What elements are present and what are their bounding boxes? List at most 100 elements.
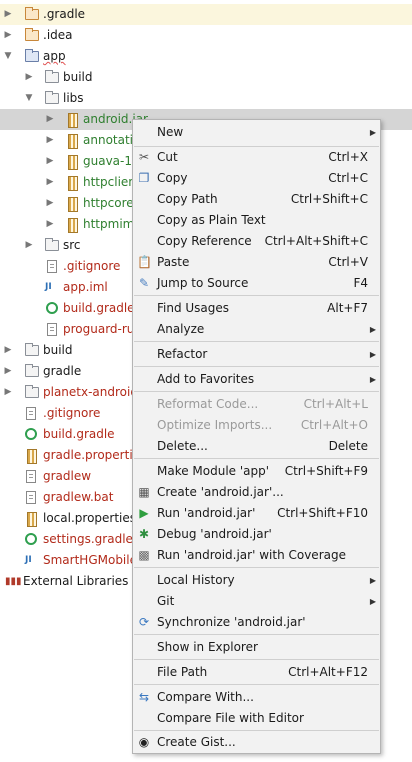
- github-icon: ◉: [138, 735, 150, 749]
- text-file-icon: [26, 491, 36, 504]
- collapse-arrow-icon[interactable]: ▼: [24, 88, 34, 109]
- folder-icon: [45, 70, 59, 83]
- cut-icon: ✂: [138, 150, 150, 164]
- gradle-file-icon: [25, 533, 37, 545]
- tree-item-app[interactable]: ▼ app: [0, 46, 412, 67]
- menu-separator: [134, 684, 379, 685]
- gradle-file-icon: [25, 428, 37, 440]
- folder-icon: [25, 385, 39, 398]
- submenu-arrow-icon: ▶: [369, 597, 376, 606]
- properties-file-icon: [27, 512, 37, 527]
- menu-item-copy-reference[interactable]: Copy Reference Ctrl+Alt+Shift+C: [133, 231, 380, 252]
- iml-file-icon: JI: [45, 282, 52, 292]
- menu-item-paste[interactable]: 📋 Paste Ctrl+V: [133, 252, 380, 273]
- jar-icon: [68, 134, 78, 149]
- menu-item-run-with-coverage[interactable]: ▩ Run 'android.jar' with Coverage: [133, 545, 380, 566]
- menu-separator: [134, 567, 379, 568]
- menu-item-optimize-imports[interactable]: Optimize Imports... Ctrl+Alt+O: [133, 415, 380, 436]
- expand-arrow-icon[interactable]: ▶: [45, 109, 55, 130]
- properties-file-icon: [27, 449, 37, 464]
- jar-icon: [68, 197, 78, 212]
- menu-item-show-in-explorer[interactable]: Show in Explorer: [133, 637, 380, 658]
- menu-item-new[interactable]: New ▶: [133, 122, 380, 143]
- jar-icon: [68, 113, 78, 128]
- gradle-file-icon: [46, 302, 58, 314]
- collapse-arrow-icon[interactable]: ▼: [3, 46, 13, 67]
- tree-item-dot-idea[interactable]: ▶ .idea: [0, 25, 412, 46]
- menu-item-create-config[interactable]: ▦ Create 'android.jar'...: [133, 482, 380, 503]
- menu-item-copy-path[interactable]: Copy Path Ctrl+Shift+C: [133, 189, 380, 210]
- create-config-icon: ▦: [138, 485, 150, 499]
- expand-arrow-icon[interactable]: ▶: [45, 151, 55, 172]
- menu-separator: [134, 659, 379, 660]
- menu-item-find-usages[interactable]: Find Usages Alt+F7: [133, 298, 380, 319]
- menu-item-analyze[interactable]: Analyze ▶: [133, 319, 380, 340]
- menu-item-compare-with[interactable]: ⇆ Compare With...: [133, 687, 380, 708]
- menu-item-reformat-code[interactable]: Reformat Code... Ctrl+Alt+L: [133, 394, 380, 415]
- menu-item-create-gist[interactable]: ◉ Create Gist...: [133, 732, 380, 753]
- menu-item-run[interactable]: ▶ Run 'android.jar' Ctrl+Shift+F10: [133, 503, 380, 524]
- text-file-icon: [26, 407, 36, 420]
- expand-arrow-icon[interactable]: ▶: [3, 25, 13, 46]
- jar-icon: [68, 155, 78, 170]
- folder-icon: [25, 343, 39, 356]
- menu-item-jump-to-source[interactable]: ✎ Jump to Source F4: [133, 273, 380, 294]
- module-folder-icon: [25, 49, 39, 62]
- expand-arrow-icon[interactable]: ▶: [3, 382, 13, 403]
- menu-item-refactor[interactable]: Refactor ▶: [133, 344, 380, 365]
- jar-icon: [68, 176, 78, 191]
- folder-icon: [25, 7, 39, 20]
- text-file-icon: [47, 323, 57, 336]
- jump-to-source-icon: ✎: [138, 276, 150, 290]
- expand-arrow-icon[interactable]: ▶: [45, 193, 55, 214]
- submenu-arrow-icon: ▶: [369, 128, 376, 137]
- expand-arrow-icon[interactable]: ▶: [3, 340, 13, 361]
- copy-icon: ❐: [138, 171, 150, 185]
- menu-item-copy[interactable]: ❐ Copy Ctrl+C: [133, 168, 380, 189]
- menu-separator: [134, 391, 379, 392]
- expand-arrow-icon[interactable]: ▶: [3, 4, 13, 25]
- coverage-icon: ▩: [138, 548, 150, 562]
- submenu-arrow-icon: ▶: [369, 375, 376, 384]
- menu-item-compare-file-with-editor[interactable]: Compare File with Editor: [133, 708, 380, 729]
- tree-item-app-build[interactable]: ▶ build: [0, 67, 412, 88]
- tree-item-dot-gradle[interactable]: ▶ .gradle: [0, 4, 412, 25]
- compare-icon: ⇆: [138, 690, 150, 704]
- folder-icon: [45, 91, 59, 104]
- menu-separator: [134, 458, 379, 459]
- menu-item-add-to-favorites[interactable]: Add to Favorites ▶: [133, 369, 380, 390]
- menu-item-local-history[interactable]: Local History ▶: [133, 570, 380, 591]
- text-file-icon: [47, 260, 57, 273]
- menu-separator: [134, 634, 379, 635]
- expand-arrow-icon[interactable]: ▶: [45, 214, 55, 235]
- synchronize-icon: ⟳: [138, 615, 150, 629]
- expand-arrow-icon[interactable]: ▶: [24, 235, 34, 256]
- expand-arrow-icon[interactable]: ▶: [3, 361, 13, 382]
- submenu-arrow-icon: ▶: [369, 576, 376, 585]
- menu-separator: [134, 366, 379, 367]
- external-libraries-icon: ▮▮▮: [5, 576, 22, 587]
- debug-icon: ✱: [138, 527, 150, 541]
- menu-item-cut[interactable]: ✂ Cut Ctrl+X: [133, 147, 380, 168]
- folder-icon: [25, 364, 39, 377]
- menu-item-delete[interactable]: Delete... Delete: [133, 436, 380, 457]
- menu-separator: [134, 341, 379, 342]
- menu-item-file-path[interactable]: File Path Ctrl+Alt+F12: [133, 662, 380, 683]
- expand-arrow-icon[interactable]: ▶: [24, 67, 34, 88]
- iml-file-icon: JI: [25, 555, 32, 565]
- folder-icon: [25, 28, 39, 41]
- menu-item-debug[interactable]: ✱ Debug 'android.jar': [133, 524, 380, 545]
- menu-separator: [134, 730, 379, 731]
- submenu-arrow-icon: ▶: [369, 325, 376, 334]
- submenu-arrow-icon: ▶: [369, 350, 376, 359]
- jar-icon: [68, 218, 78, 233]
- menu-separator: [134, 295, 379, 296]
- expand-arrow-icon[interactable]: ▶: [45, 130, 55, 151]
- tree-item-libs[interactable]: ▼ libs: [0, 88, 412, 109]
- folder-icon: [45, 238, 59, 251]
- menu-item-make-module[interactable]: Make Module 'app' Ctrl+Shift+F9: [133, 461, 380, 482]
- menu-item-git[interactable]: Git ▶: [133, 591, 380, 612]
- menu-item-synchronize[interactable]: ⟳ Synchronize 'android.jar': [133, 612, 380, 633]
- menu-item-copy-as-plain-text[interactable]: Copy as Plain Text: [133, 210, 380, 231]
- expand-arrow-icon[interactable]: ▶: [45, 172, 55, 193]
